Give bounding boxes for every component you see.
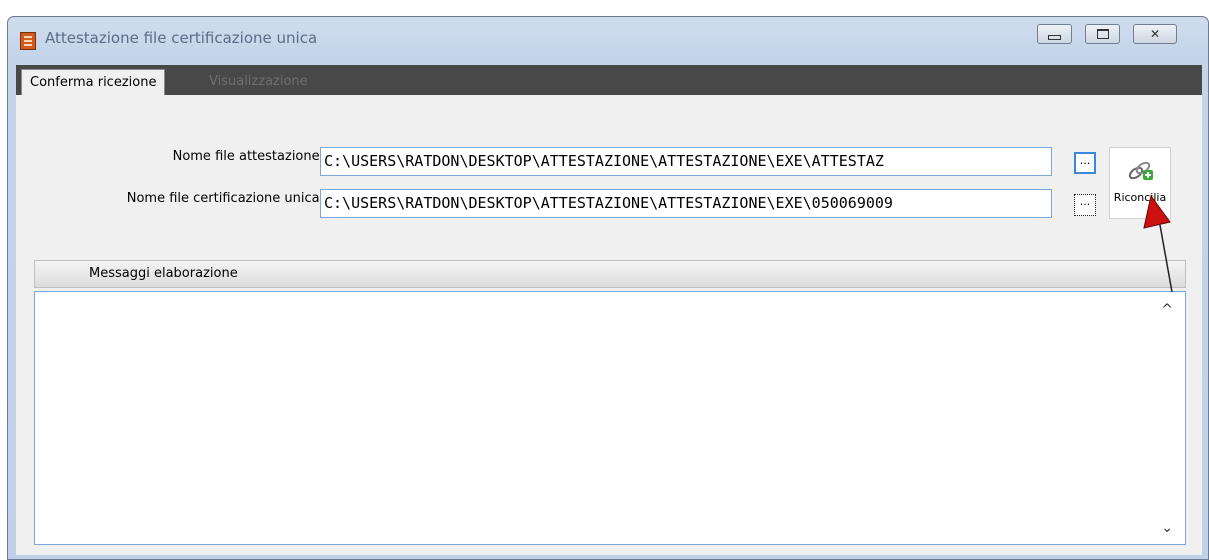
maximize-icon	[1096, 29, 1109, 39]
messages-area[interactable]: ^ ⌄	[34, 291, 1186, 545]
messages-header: Messaggi elaborazione	[34, 260, 1186, 288]
tab-bar: Conferma ricezione Visualizzazione	[16, 65, 1202, 95]
minimize-button[interactable]	[1037, 24, 1072, 44]
certificazione-browse-button[interactable]: ...	[1074, 194, 1096, 216]
attestazione-browse-button[interactable]: ...	[1074, 152, 1096, 174]
app-icon	[20, 32, 36, 50]
close-button[interactable]: ✕	[1133, 24, 1177, 44]
messages-header-label: Messaggi elaborazione	[89, 266, 238, 281]
title-bar[interactable]: Attestazione file certificazione unica ✕	[8, 17, 1208, 63]
window-title: Attestazione file certificazione unica	[45, 29, 318, 47]
reconcile-icon	[1128, 161, 1153, 180]
attestazione-file-field[interactable]: C:\USERS\RATDON\DESKTOP\ATTESTAZIONE\ATT…	[320, 147, 1052, 176]
certificazione-label: Nome file certificazione unica:	[126, 191, 324, 206]
attestazione-label: Nome file attestazione:	[172, 149, 324, 164]
window: Attestazione file certificazione unica ✕…	[7, 16, 1209, 560]
scroll-up-icon[interactable]: ^	[1161, 302, 1173, 318]
riconcilia-label: Riconcilia	[1113, 191, 1167, 204]
close-icon: ✕	[1149, 27, 1161, 41]
tab-conferma-ricezione[interactable]: Conferma ricezione	[21, 69, 166, 95]
minimize-icon	[1048, 35, 1061, 40]
maximize-button[interactable]	[1085, 24, 1120, 44]
scroll-down-icon[interactable]: ⌄	[1161, 520, 1173, 536]
certificazione-file-field[interactable]: C:\USERS\RATDON\DESKTOP\ATTESTAZIONE\ATT…	[320, 189, 1052, 218]
riconcilia-button[interactable]: Riconcilia	[1109, 147, 1171, 219]
tab-visualizzazione[interactable]: Visualizzazione	[201, 69, 316, 95]
tab-content: Nome file attestazione: C:\USERS\RATDON\…	[16, 95, 1202, 555]
